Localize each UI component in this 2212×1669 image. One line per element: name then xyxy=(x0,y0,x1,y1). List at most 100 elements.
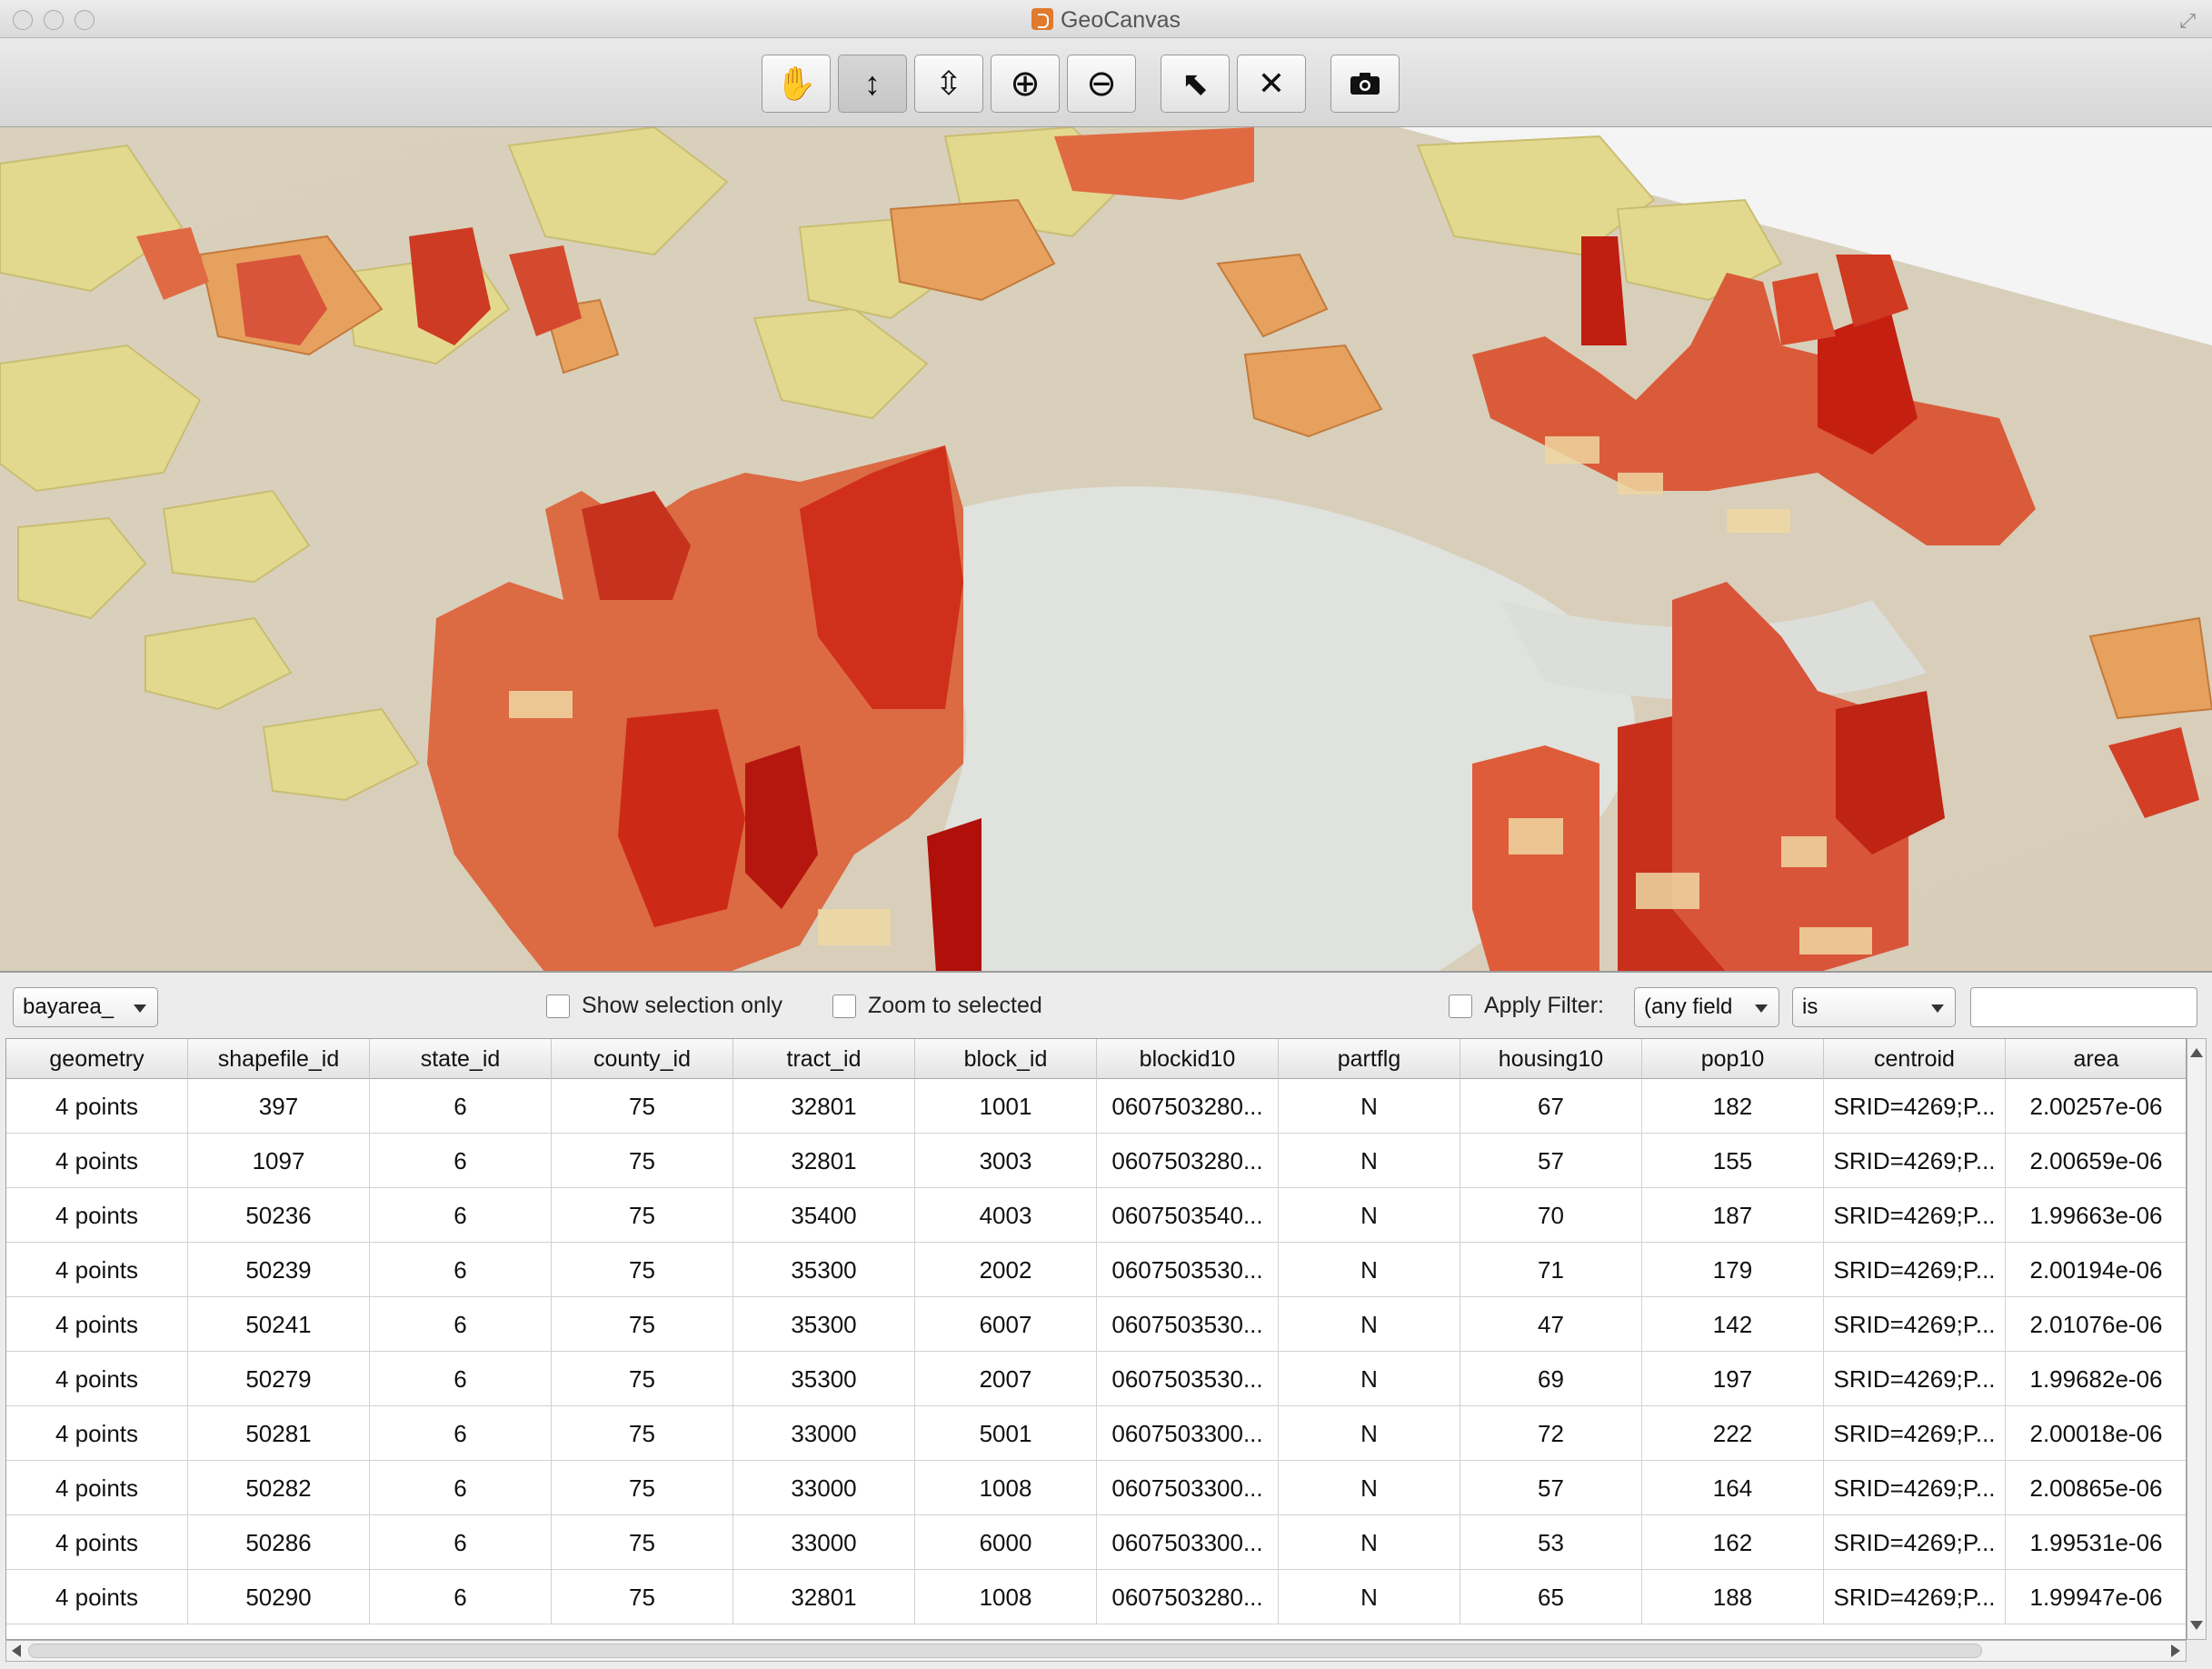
filter-field-select[interactable]: (any field xyxy=(1634,987,1779,1027)
table-row[interactable]: 4 points 50281 6 75 33000 5001 0607503300... N 7… xyxy=(6,1406,2186,1461)
show-selection-only-checkbox[interactable] xyxy=(546,994,570,1018)
pan-tool-button[interactable]: ✋ xyxy=(762,55,831,113)
cell-housing10: 69 xyxy=(1460,1352,1642,1406)
cell-block-id: 6007 xyxy=(915,1297,1097,1352)
vertical-move-tool-button[interactable]: ↕ xyxy=(838,55,907,113)
vertical-scrollbar[interactable] xyxy=(2187,1038,2207,1640)
zoom-out-icon: ⊖ xyxy=(1086,64,1117,104)
cell-geometry: 4 points xyxy=(6,1515,188,1570)
cell-centroid: SRID=4269;P... xyxy=(1824,1243,2006,1297)
table-row[interactable]: 4 points 1097 6 75 32801 3003 0607503280... N 57… xyxy=(6,1134,2186,1188)
column-header-area[interactable]: area xyxy=(2006,1039,2186,1079)
cell-shapefile-id: 50290 xyxy=(188,1570,370,1624)
scroll-down-arrow[interactable] xyxy=(2190,1621,2203,1630)
column-header-block-id[interactable]: block_id xyxy=(915,1039,1097,1079)
column-header-housing10[interactable]: housing10 xyxy=(1460,1039,1642,1079)
table-row[interactable]: 4 points 50236 6 75 35400 4003 0607503540... N 7… xyxy=(6,1188,2186,1243)
table-row[interactable]: 4 points 397 6 75 32801 1001 0607503280... N 67 1… xyxy=(6,1079,2186,1134)
cell-blockid10: 0607503530... xyxy=(1097,1297,1279,1352)
cell-geometry: 4 points xyxy=(6,1188,188,1243)
cell-pop10: 182 xyxy=(1642,1079,1824,1134)
cell-centroid: SRID=4269;P... xyxy=(1824,1352,2006,1406)
select-tool-button[interactable]: ⬉ xyxy=(1161,55,1230,113)
cell-pop10: 188 xyxy=(1642,1570,1824,1624)
camera-icon xyxy=(1350,73,1380,95)
select-icon: ⬉ xyxy=(1181,65,1210,102)
zoom-out-button[interactable]: ⊖ xyxy=(1067,55,1136,113)
cell-geometry: 4 points xyxy=(6,1079,188,1134)
column-header-pop10[interactable]: pop10 xyxy=(1642,1039,1824,1079)
cell-area: 2.00257e-06 xyxy=(2006,1079,2186,1134)
clear-selection-button[interactable]: ✕ xyxy=(1237,55,1306,113)
column-header-geometry[interactable]: geometry xyxy=(6,1039,188,1079)
cell-pop10: 155 xyxy=(1642,1134,1824,1188)
table-row[interactable]: 4 points 50279 6 75 35300 2007 0607503530... N 6… xyxy=(6,1352,2186,1406)
table-row[interactable]: 4 points 50282 6 75 33000 1008 0607503300... N 5… xyxy=(6,1461,2186,1515)
horizontal-scroll-thumb[interactable] xyxy=(28,1644,1982,1658)
scroll-right-arrow[interactable] xyxy=(2171,1644,2180,1657)
tilt-icon: ⇳ xyxy=(934,65,963,102)
table-row[interactable]: 4 points 50241 6 75 35300 6007 0607503530... N 4… xyxy=(6,1297,2186,1352)
cell-partflg: N xyxy=(1279,1243,1460,1297)
apply-filter-checkbox[interactable] xyxy=(1449,994,1472,1018)
cell-pop10: 164 xyxy=(1642,1461,1824,1515)
cell-county-id: 75 xyxy=(552,1297,733,1352)
filter-operator-select[interactable]: is xyxy=(1792,987,1956,1027)
cell-geometry: 4 points xyxy=(6,1134,188,1188)
cell-shapefile-id: 50241 xyxy=(188,1297,370,1352)
zoom-to-selected-checkbox[interactable] xyxy=(832,994,856,1018)
cell-blockid10: 0607503300... xyxy=(1097,1515,1279,1570)
cell-blockid10: 0607503300... xyxy=(1097,1461,1279,1515)
layer-select[interactable]: bayarea_ xyxy=(13,987,158,1027)
table-row[interactable]: 4 points 50239 6 75 35300 2002 0607503530... N 7… xyxy=(6,1243,2186,1297)
cell-county-id: 75 xyxy=(552,1134,733,1188)
column-header-partflg[interactable]: partflg xyxy=(1279,1039,1460,1079)
column-header-tract-id[interactable]: tract_id xyxy=(733,1039,915,1079)
cell-block-id: 2002 xyxy=(915,1243,1097,1297)
cell-area: 1.99663e-06 xyxy=(2006,1188,2186,1243)
cell-county-id: 75 xyxy=(552,1570,733,1624)
cell-state-id: 6 xyxy=(370,1188,552,1243)
cell-state-id: 6 xyxy=(370,1243,552,1297)
column-header-state-id[interactable]: state_id xyxy=(370,1039,552,1079)
cell-centroid: SRID=4269;P... xyxy=(1824,1461,2006,1515)
cell-tract-id: 33000 xyxy=(733,1515,915,1570)
zoom-in-button[interactable]: ⊕ xyxy=(991,55,1060,113)
cell-partflg: N xyxy=(1279,1570,1460,1624)
cell-state-id: 6 xyxy=(370,1570,552,1624)
apply-filter-label: Apply Filter: xyxy=(1484,993,1604,1018)
cell-partflg: N xyxy=(1279,1188,1460,1243)
cell-blockid10: 0607503300... xyxy=(1097,1406,1279,1461)
cell-tract-id: 32801 xyxy=(733,1134,915,1188)
cell-county-id: 75 xyxy=(552,1079,733,1134)
table-row[interactable]: 4 points 50286 6 75 33000 6000 0607503300... N 5… xyxy=(6,1515,2186,1570)
app-icon xyxy=(1031,8,1053,30)
cell-centroid: SRID=4269;P... xyxy=(1824,1570,2006,1624)
cell-blockid10: 0607503530... xyxy=(1097,1243,1279,1297)
scroll-left-arrow[interactable] xyxy=(12,1644,21,1657)
cell-blockid10: 0607503540... xyxy=(1097,1188,1279,1243)
cell-pop10: 187 xyxy=(1642,1188,1824,1243)
fullscreen-icon[interactable]: ⤢ xyxy=(2179,9,2196,33)
map-view[interactable] xyxy=(0,127,2212,973)
filter-value-input[interactable] xyxy=(1970,987,2197,1027)
snapshot-button[interactable] xyxy=(1330,55,1400,113)
column-header-blockid10[interactable]: blockid10 xyxy=(1097,1039,1279,1079)
cell-pop10: 142 xyxy=(1642,1297,1824,1352)
cell-housing10: 53 xyxy=(1460,1515,1642,1570)
cell-block-id: 1001 xyxy=(915,1079,1097,1134)
cell-geometry: 4 points xyxy=(6,1297,188,1352)
scroll-up-arrow[interactable] xyxy=(2190,1048,2203,1057)
table-row[interactable]: 4 points 50290 6 75 32801 1008 0607503280... N 6… xyxy=(6,1570,2186,1624)
column-header-county-id[interactable]: county_id xyxy=(552,1039,733,1079)
cell-shapefile-id: 1097 xyxy=(188,1134,370,1188)
horizontal-scrollbar[interactable] xyxy=(5,1640,2187,1662)
cell-county-id: 75 xyxy=(552,1188,733,1243)
chevron-down-icon xyxy=(1931,1004,1944,1013)
hand-pan-icon: ✋ xyxy=(775,65,817,102)
cell-pop10: 222 xyxy=(1642,1406,1824,1461)
cell-shapefile-id: 50279 xyxy=(188,1352,370,1406)
tilt-tool-button[interactable]: ⇳ xyxy=(914,55,983,113)
column-header-centroid[interactable]: centroid xyxy=(1824,1039,2006,1079)
column-header-shapefile-id[interactable]: shapefile_id xyxy=(188,1039,370,1079)
